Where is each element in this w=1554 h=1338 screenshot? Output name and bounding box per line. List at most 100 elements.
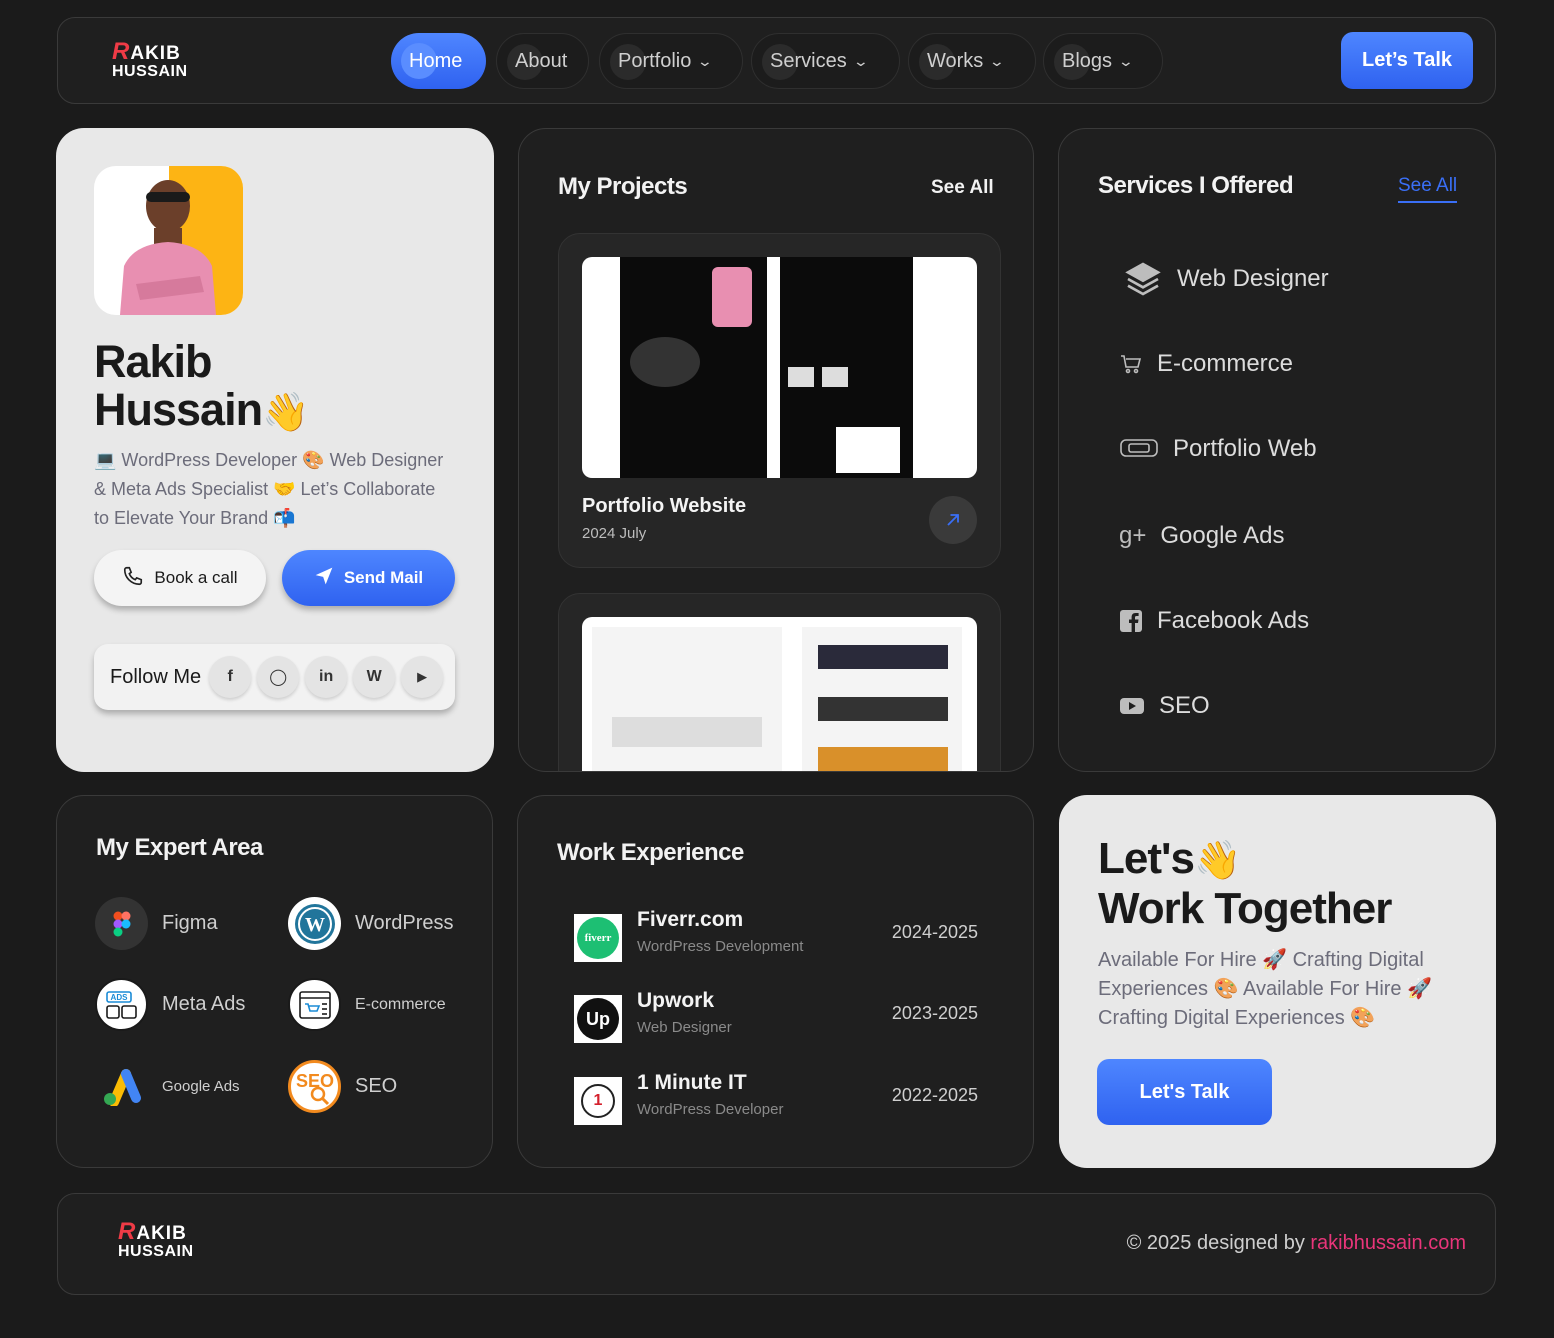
footer-site-link[interactable]: rakibhussain.com [1310,1232,1466,1254]
copyright: © 2025 designed by rakibhussain.com [1127,1232,1466,1255]
projects-title: My Projects [558,173,688,200]
upwork-logo: Up [574,995,622,1043]
nav-blogs[interactable]: Blogs ⌄ [1043,33,1163,89]
send-icon [314,566,334,591]
expert-item-google-ads: Google Ads [95,1060,240,1113]
nav-about[interactable]: About [496,33,589,89]
service-item-portfolio-web[interactable]: Portfolio Web [1119,435,1317,463]
expert-item-figma: Figma [95,897,218,950]
expert-label: WordPress [355,912,454,934]
book-call-button[interactable]: Book a call [94,550,266,606]
nav-works[interactable]: Works ⌄ [908,33,1036,89]
youtube-icon[interactable]: ▶ [401,656,444,698]
facebook-icon[interactable]: f [209,656,252,698]
svg-text:W: W [305,914,325,936]
footer-logo[interactable]: RAKIB HUSSAIN [118,1220,194,1260]
logo-line2: HUSSAIN [118,1243,194,1260]
expert-label: Figma [162,912,218,934]
expert-label: Google Ads [162,1078,240,1095]
facebook-icon [1119,609,1143,633]
logo-initial: R [112,38,131,65]
lets-talk-button[interactable]: Let’s Talk [1341,32,1473,89]
job-years: 2024-2025 [891,922,978,942]
job-item: fiverr Fiverr.com WordPress Development … [574,908,978,968]
service-item-facebook-ads[interactable]: Facebook Ads [1119,607,1309,635]
project-screenshot [582,257,977,478]
services-card: Services I Offered See All Web Designer … [1058,128,1496,772]
ads-icon: ADS [95,978,148,1031]
figma-icon [95,897,148,950]
whatsapp-icon[interactable]: ◯ [257,656,300,698]
chevron-down-icon: ⌄ [1117,52,1135,69]
service-item-ecommerce[interactable]: E-commerce [1119,350,1293,378]
services-title: Services I Offered [1098,172,1294,199]
follow-label: Follow Me [110,665,202,688]
google-plus-icon: g+ [1119,522,1147,549]
arrow-up-right-icon[interactable] [929,496,977,544]
wordpress-icon[interactable]: W [353,656,396,698]
project-screenshot [582,617,977,771]
linkedin-icon[interactable]: in [305,656,348,698]
youtube-icon [1119,696,1145,716]
google-ads-icon [95,1060,148,1113]
expert-item-meta-ads: ADS Meta Ads [95,978,245,1031]
chevron-down-icon: ⌄ [697,52,714,69]
cart-icon [1119,352,1143,376]
profile-bio: 💻 WordPress Developer 🎨 Web Designer & M… [94,450,444,528]
nav-services[interactable]: Services ⌄ [751,33,900,89]
job-company: Upwork [637,989,715,1012]
follow-bar: Follow Me f ◯ in W ▶ [94,644,455,710]
footer: RAKIB HUSSAIN © 2025 designed by rakibhu… [57,1193,1496,1295]
project-card[interactable] [558,593,1001,771]
nav-label: Portfolio [618,49,692,72]
vr-headset-icon [1119,436,1159,462]
service-item-seo[interactable]: SEO [1119,692,1210,720]
service-item-google-ads[interactable]: g+ Google Ads [1119,522,1284,550]
service-label: Web Designer [1177,265,1329,292]
avatar [94,166,243,315]
ecommerce-icon [288,978,341,1031]
nav-home[interactable]: Home [391,33,486,89]
job-item: Up Upwork Web Designer 2023-2025 [574,989,978,1049]
expert-label: E-commerce [355,995,446,1013]
layers-icon [1123,259,1163,299]
job-role: WordPress Development [637,938,804,955]
send-mail-button[interactable]: Send Mail [282,550,455,606]
chevron-down-icon: ⌄ [852,52,869,69]
chevron-down-icon: ⌄ [988,52,1006,69]
copyright-text: © 2025 designed by [1126,1232,1305,1254]
job-years: 2023-2025 [891,1003,978,1023]
profile-name: Rakib Hussain👋 [94,336,309,437]
site-logo[interactable]: RAKIB HUSSAIN [112,40,188,80]
job-role: WordPress Developer [637,1101,784,1118]
expert-item-wordpress: W WordPress [288,897,454,950]
expert-item-ecommerce: E-commerce [288,978,446,1031]
wordpress-icon: W [288,897,341,950]
expert-label: SEO [355,1075,398,1097]
avatar-portrait [120,180,216,315]
job-years: 2022-2025 [891,1085,978,1105]
wave-emoji: 👋 [262,392,309,434]
projects-see-all-link[interactable]: See All [931,177,994,199]
service-label: Portfolio Web [1173,435,1317,462]
cta-title: Let's👋 Work Together [1098,835,1392,933]
service-label: SEO [1159,692,1210,719]
project-card[interactable]: Portfolio Website 2024 July [558,233,1001,568]
nav-label: Services [770,49,847,72]
nav-label: About [515,49,568,72]
service-item-web-designer[interactable]: Web Designer [1123,259,1329,299]
logo-initial: R [118,1218,137,1245]
first-name: Rakib [94,336,213,387]
wave-emoji: 👋 [1193,840,1241,882]
project-date: 2024 July [582,525,647,542]
work-experience-card: Work Experience fiverr Fiverr.com WordPr… [517,795,1034,1168]
cta-lets-talk-button[interactable]: Let's Talk [1097,1059,1272,1125]
job-company: Fiverr.com [637,908,744,931]
services-see-all-link[interactable]: See All [1398,175,1458,203]
nav-portfolio[interactable]: Portfolio ⌄ [599,33,743,89]
job-company: 1 Minute IT [637,1071,747,1094]
book-call-label: Book a call [154,568,238,587]
job-role: Web Designer [637,1019,732,1036]
svg-text:ADS: ADS [110,993,128,1002]
service-label: E-commerce [1157,350,1294,377]
